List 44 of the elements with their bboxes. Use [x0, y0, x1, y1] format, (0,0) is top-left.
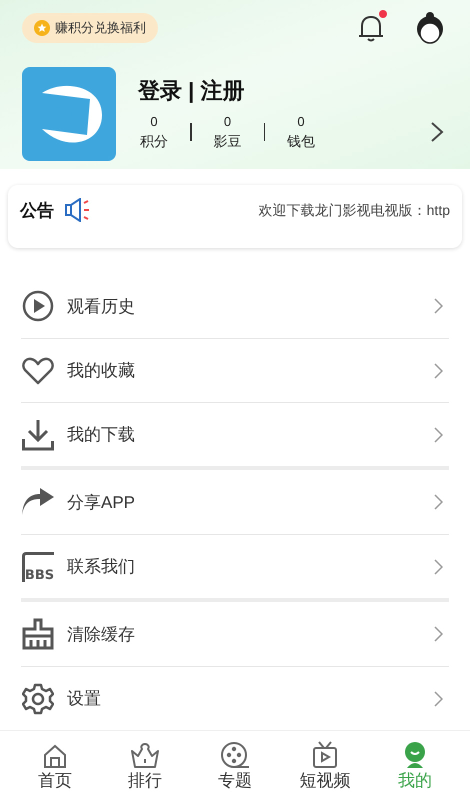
- menu-item[interactable]: 观看历史: [21, 274, 449, 338]
- tab-item[interactable]: 短视频: [290, 738, 360, 793]
- heart-icon: [22, 356, 54, 385]
- star-coin-icon: [34, 20, 50, 36]
- avatar-icon[interactable]: [414, 12, 446, 44]
- download-icon: [22, 418, 54, 451]
- chevron-right-icon[interactable]: [430, 121, 444, 143]
- chevron-right-icon: [434, 558, 443, 575]
- stat-label: 积分: [140, 132, 168, 151]
- film-reel-icon: [220, 740, 250, 769]
- speaker-icon: [64, 198, 92, 222]
- stat-label: 影豆: [214, 132, 242, 151]
- chevron-right-icon: [434, 626, 443, 642]
- chevron-right-icon: [434, 690, 443, 707]
- login-register-link[interactable]: 登录 | 注册: [138, 77, 448, 105]
- chevron-right-icon: [434, 362, 443, 379]
- crown-icon: [130, 742, 160, 769]
- menu-item[interactable]: BBS 联系我们: [21, 534, 449, 598]
- tv-play-icon: [311, 740, 339, 769]
- reward-badge[interactable]: 赚积分兑换福利: [22, 13, 158, 43]
- tab-item[interactable]: 专题: [200, 738, 270, 793]
- chevron-right-icon: [434, 298, 443, 314]
- menu-item[interactable]: 分享APP: [21, 470, 449, 534]
- stat-value: 0: [150, 113, 158, 131]
- tab-item[interactable]: 首页: [20, 738, 90, 793]
- menu-item[interactable]: 我的收藏: [21, 338, 449, 402]
- chevron-right-icon: [434, 426, 443, 443]
- home-icon: [42, 742, 68, 769]
- stat-value: 0: [224, 113, 232, 131]
- stat-value: 0: [297, 113, 305, 131]
- brush-icon: [22, 618, 54, 650]
- notice-label: 公告: [20, 200, 54, 222]
- menu-item[interactable]: 清除缓存: [21, 602, 449, 666]
- play-circle-icon: [22, 290, 54, 322]
- chevron-right-icon: [434, 494, 443, 510]
- tab-item[interactable]: 排行: [110, 738, 180, 793]
- share-arrow-icon: [22, 488, 54, 516]
- stat-label: 钱包: [287, 132, 315, 151]
- notice-text: 欢迎下载龙门影视电视版：http: [258, 201, 450, 220]
- bell-icon: [356, 13, 386, 43]
- notification-button[interactable]: [356, 13, 386, 43]
- settings-icon: [22, 682, 54, 715]
- user-icon: [402, 740, 428, 769]
- menu-item[interactable]: 我的下载: [21, 402, 449, 466]
